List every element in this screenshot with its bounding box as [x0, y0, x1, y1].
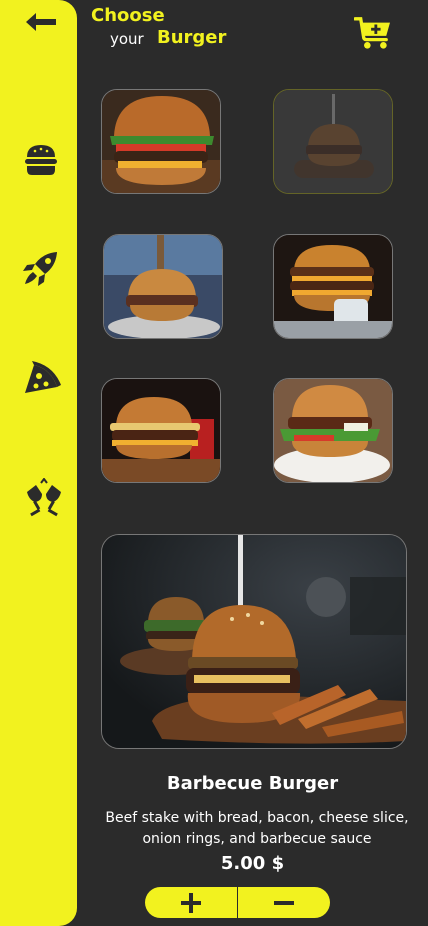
- minus-icon: [274, 900, 294, 905]
- product-title: Barbecue Burger: [166, 773, 339, 794]
- burger-icon[interactable]: [21, 140, 61, 180]
- rocket-icon[interactable]: [21, 248, 61, 288]
- back-arrow-icon[interactable]: [22, 2, 62, 42]
- quantity-stepper: [145, 887, 330, 918]
- cart-plus-icon[interactable]: [354, 16, 392, 50]
- plus-icon: [181, 892, 201, 913]
- category-sidebar: [0, 0, 77, 926]
- burger-thumb-4[interactable]: [273, 234, 393, 339]
- featured-burger-image: [101, 534, 407, 749]
- cheers-icon[interactable]: [24, 478, 64, 518]
- burger-thumb-6[interactable]: [273, 378, 393, 483]
- increase-quantity-button[interactable]: [145, 887, 237, 918]
- product-description: Beef stake with bread, bacon, cheese sli…: [105, 810, 409, 847]
- product-price: 5.00 $: [220, 853, 285, 874]
- burger-thumb-3[interactable]: [103, 234, 223, 339]
- burger-thumb-1[interactable]: [101, 89, 221, 194]
- header-burger-text: Burger: [157, 27, 227, 48]
- burger-thumb-2-selected[interactable]: [273, 89, 393, 194]
- burger-thumb-5[interactable]: [101, 378, 221, 483]
- header-choose-text: Choose: [91, 5, 165, 26]
- header-your-text: your: [110, 30, 144, 48]
- pizza-icon[interactable]: [21, 357, 61, 397]
- decrease-quantity-button[interactable]: [237, 887, 330, 918]
